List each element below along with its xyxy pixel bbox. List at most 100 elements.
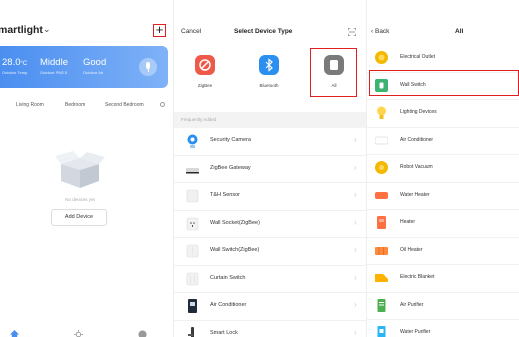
plus-icon: +: [155, 22, 164, 37]
list-item[interactable]: Security Camera ›: [174, 128, 366, 156]
list-item[interactable]: Electric Blanket: [367, 265, 519, 293]
select-device-type-screen: Cancel Select Device Type ZigBee Bluetoo…: [173, 0, 366, 337]
list-item[interactable]: Smart Lock ›: [174, 321, 366, 337]
list-item[interactable]: Curtain Switch ›: [174, 266, 366, 293]
list-item-label: T&H Sensor: [210, 192, 240, 198]
empty-state-text: No devices yet: [65, 197, 95, 202]
list-item[interactable]: T&H Sensor ›: [174, 183, 366, 211]
wall-switch-highlight-frame: [369, 70, 519, 96]
list-item-label: Air Conditioner: [210, 302, 247, 308]
add-device-plus-button[interactable]: +: [153, 22, 166, 37]
all-highlight-frame: [310, 48, 357, 97]
water-purifier-icon: [377, 326, 386, 337]
weather-temp: 28.0°C Outdoor Temp.: [2, 57, 28, 75]
room-tab-bedroom[interactable]: Bedroom: [65, 102, 85, 108]
weather-card: 28.0°C Outdoor Temp. Middle Outdoor PM2.…: [0, 46, 168, 88]
zigbee-icon: [195, 55, 215, 75]
list-item[interactable]: ZigBee Gateway ›: [174, 156, 366, 183]
weather-temp-value: 28.0: [2, 57, 21, 68]
vacuum-icon: [375, 161, 388, 174]
list-item[interactable]: Wall Socket(ZigBee) ›: [174, 211, 366, 238]
frequently-added-header: Frequently Added: [174, 112, 366, 128]
list-item[interactable]: Water Heater: [367, 183, 519, 210]
air-purifier-icon: [377, 298, 386, 312]
ac-icon: [188, 299, 197, 313]
chevron-right-icon: ›: [354, 135, 357, 144]
room-settings-icon[interactable]: [160, 102, 165, 107]
weather-humidity-label: Outdoor Air: [83, 70, 104, 75]
sensor-icon: [186, 189, 199, 203]
chevron-right-icon: ›: [354, 162, 357, 172]
list-item-label: Oil Heater: [400, 246, 423, 253]
list-item-label: Smart Lock: [210, 329, 238, 336]
list-item[interactable]: Oil Heater: [367, 238, 519, 265]
room-tab-living-room[interactable]: Living Room: [16, 102, 44, 108]
weather-temp-unit: °C: [20, 61, 28, 67]
home-screen: martlight ⌄ + 28.0°C Outdoor Temp. Middl…: [0, 0, 173, 337]
home-tab-icon[interactable]: [10, 330, 19, 337]
list-item-label: Security Camera: [210, 137, 251, 143]
weather-temp-label: Outdoor Temp.: [2, 70, 29, 75]
weather-humidity-value: Good: [83, 57, 107, 68]
chevron-right-icon: ›: [354, 327, 357, 337]
type-zigbee-label: ZigBee: [197, 83, 213, 88]
gateway-icon: [186, 167, 199, 173]
chevron-down-icon[interactable]: ⌄: [43, 24, 51, 35]
chevron-right-icon: ›: [354, 272, 357, 282]
page-title: Select Device Type: [234, 28, 293, 35]
type-bluetooth[interactable]: Bluetooth: [249, 55, 289, 95]
list-item-label: Curtain Switch: [210, 274, 246, 281]
list-item-label: Electric Blanket: [400, 274, 435, 280]
list-item-label: Wall Switch(ZigBee): [210, 247, 260, 253]
all-devices-screen: ‹ Back All Electrical Outlet Wall Switch…: [366, 0, 519, 337]
list-item-label: Air Purifier: [400, 301, 424, 308]
microphone-icon[interactable]: [139, 58, 157, 76]
ac-icon: [375, 136, 388, 144]
list-item[interactable]: Air Conditioner: [367, 128, 519, 155]
weather-pm: Middle Outdoor PM2.5: [40, 57, 68, 75]
bulb-icon: [377, 106, 386, 119]
heater-icon: [377, 216, 386, 229]
page-title: All: [455, 28, 464, 35]
list-item-label: Air Conditioner: [400, 136, 434, 143]
weather-pm-value: Middle: [40, 57, 68, 68]
all-header: ‹ Back All: [367, 28, 519, 42]
frequently-added-label: Frequently Added: [181, 117, 217, 122]
camera-icon: [187, 134, 198, 148]
list-item[interactable]: Air Conditioner ›: [174, 293, 366, 321]
type-zigbee[interactable]: ZigBee: [185, 55, 225, 95]
bottom-tab-bar: [0, 327, 173, 337]
weather-humidity: Good Outdoor Air: [83, 57, 106, 75]
room-tabs: Living Room Bedroom Second Bedroom: [0, 102, 173, 112]
blanket-icon: [375, 274, 388, 282]
list-item[interactable]: Water Purifier: [367, 320, 519, 337]
profile-tab-icon[interactable]: [138, 330, 147, 337]
empty-box-illustration: [55, 151, 105, 188]
cancel-button[interactable]: Cancel: [181, 28, 201, 35]
list-item[interactable]: Lighting Devices: [367, 100, 519, 128]
list-item[interactable]: Electrical Outlet: [367, 45, 519, 73]
switch-icon: [186, 244, 199, 258]
list-item[interactable]: Wall Switch(ZigBee) ›: [174, 238, 366, 266]
list-item-label: Robot Vacuum: [400, 164, 433, 170]
chevron-right-icon: ›: [354, 217, 357, 227]
back-button[interactable]: ‹ Back: [371, 28, 389, 35]
list-item-label: Water Purifier: [400, 329, 431, 335]
curtain-icon: [186, 272, 199, 285]
chevron-right-icon: ›: [354, 190, 357, 199]
list-item-label: Lighting Devices: [400, 109, 437, 115]
water-heater-icon: [375, 191, 388, 199]
chevron-right-icon: ›: [354, 300, 357, 309]
scene-tab-icon[interactable]: [74, 330, 83, 337]
room-tab-second-bedroom[interactable]: Second Bedroom: [105, 102, 144, 108]
scan-icon[interactable]: [348, 28, 356, 36]
add-device-button[interactable]: Add Device: [51, 209, 107, 226]
home-title[interactable]: martlight: [0, 24, 43, 36]
type-bluetooth-label: Bluetooth: [259, 83, 279, 88]
list-item[interactable]: Robot Vacuum: [367, 155, 519, 183]
socket-icon: [186, 217, 199, 230]
list-item[interactable]: Heater: [367, 210, 519, 238]
list-item[interactable]: Air Purifier: [367, 293, 519, 320]
outlet-icon: [375, 51, 388, 64]
list-item-label: Electrical Outlet: [400, 54, 436, 60]
